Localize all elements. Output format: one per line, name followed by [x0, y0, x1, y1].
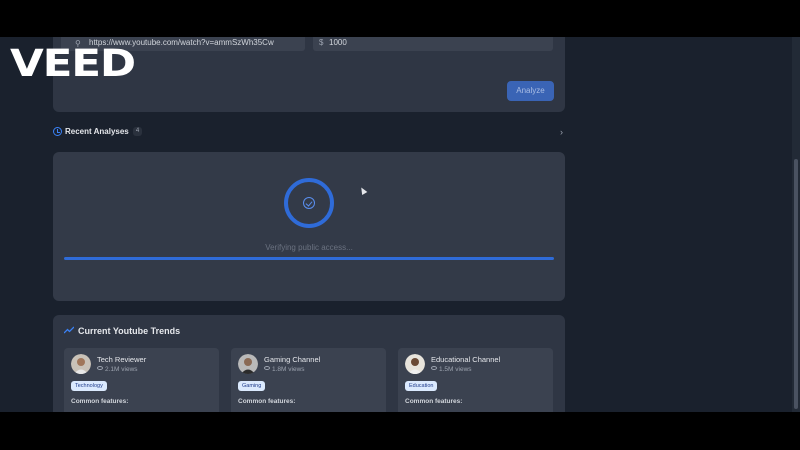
trends-title: Current Youtube Trends [78, 326, 181, 336]
loading-status: Verifying public access... [265, 243, 353, 252]
youtube-trends-card: Current Youtube Trends Tech Reviewer 2.1… [53, 315, 565, 412]
page-scrollbar[interactable] [792, 37, 800, 412]
channel-name: Tech Reviewer [97, 355, 147, 364]
category-tag: Education [405, 381, 438, 391]
avatar [71, 354, 91, 374]
channel-name: Educational Channel [431, 355, 501, 364]
letterbox-bottom [0, 412, 800, 450]
clock-icon [53, 127, 62, 136]
progress-fill [64, 257, 554, 260]
amount-input[interactable]: $ 1000 [313, 37, 553, 51]
eye-icon [431, 366, 437, 371]
features-label: Common features: [405, 398, 463, 405]
views-value: 1.8M views [272, 366, 305, 373]
views-count: 1.8M views [264, 366, 305, 374]
recent-count-badge: 4 [133, 127, 142, 136]
eye-icon [97, 366, 103, 371]
views-count: 2.1M views [97, 366, 138, 374]
trend-item-tech-reviewer[interactable]: Tech Reviewer 2.1M views Technology Comm… [64, 348, 219, 412]
dollar-icon: $ [319, 38, 324, 47]
app-frame: ⚲ https://www.youtube.com/watch?v=ammSzW… [0, 37, 800, 412]
trend-item-gaming-channel[interactable]: Gaming Channel 1.8M views Gaming Common … [231, 348, 386, 412]
views-count: 1.5M views [431, 366, 472, 374]
features-label: Common features: [71, 398, 129, 405]
views-value: 2.1M views [105, 366, 138, 373]
chevron-right-icon[interactable]: › [560, 126, 563, 138]
channel-name: Gaming Channel [264, 355, 321, 364]
loading-card: Verifying public access... [53, 152, 565, 301]
scrollbar-thumb[interactable] [794, 159, 798, 409]
features-label: Common features: [238, 398, 296, 405]
trend-item-educational-channel[interactable]: Educational Channel 1.5M views Education… [398, 348, 553, 412]
eye-icon [264, 366, 270, 371]
category-tag: Gaming [238, 381, 266, 391]
recent-analyses-header[interactable]: Recent Analyses 4 › [53, 126, 565, 140]
veed-watermark-logo: VEED [10, 42, 136, 85]
views-value: 1.5M views [439, 366, 472, 373]
recent-analyses-title: Recent Analyses [65, 127, 129, 136]
check-circle-icon [303, 197, 315, 209]
letterbox-top [0, 0, 800, 37]
category-tag: Technology [71, 381, 107, 391]
trend-list: Tech Reviewer 2.1M views Technology Comm… [64, 348, 554, 412]
trending-up-icon [64, 326, 74, 334]
loading-spinner [284, 178, 334, 228]
analyze-button[interactable]: Analyze [507, 81, 554, 101]
amount-value: 1000 [329, 38, 347, 47]
avatar [238, 354, 258, 374]
avatar [405, 354, 425, 374]
progress-bar [64, 257, 554, 260]
